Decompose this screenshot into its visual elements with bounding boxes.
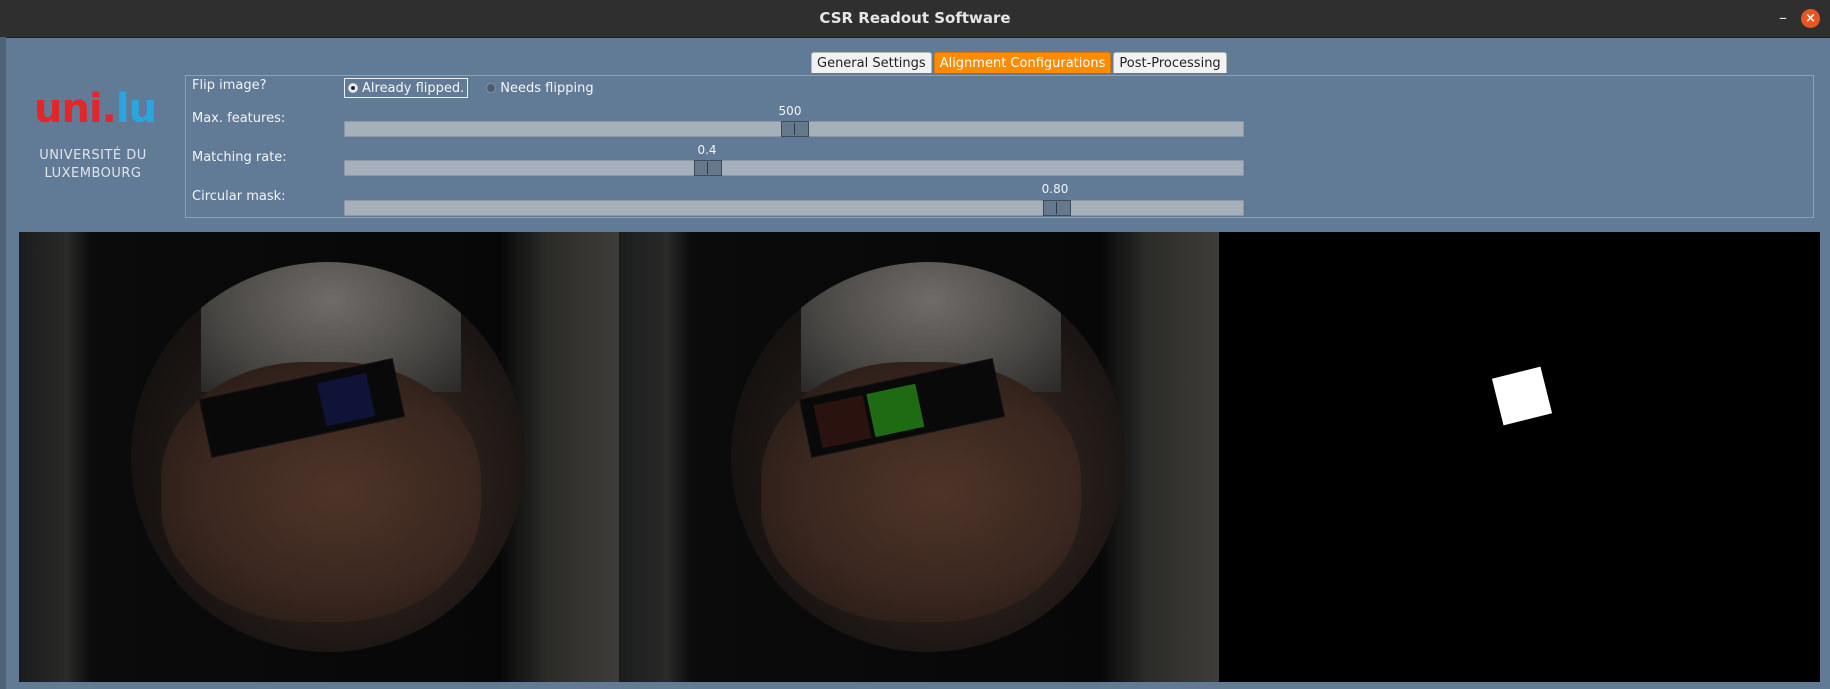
window-border: [0, 37, 6, 689]
flip-image-label: Flip image?: [192, 78, 267, 93]
circular-mask-label: Circular mask:: [192, 189, 286, 204]
image-preview-area: [19, 232, 1820, 682]
radio-selected-icon: [348, 83, 358, 93]
max-features-value: 500: [778, 104, 802, 118]
matching-rate-slider[interactable]: [344, 160, 1244, 176]
original-image-preview: [19, 232, 619, 682]
circular-mask-slider[interactable]: [344, 200, 1244, 216]
radio-needs-flipping[interactable]: Needs flipping: [486, 79, 594, 97]
fisheye-circle: [131, 262, 525, 652]
tab-post-processing[interactable]: Post-Processing: [1113, 52, 1227, 73]
matching-rate-slider-handle[interactable]: [694, 160, 722, 176]
flip-radio-group: Already flipped. Needs flipping: [344, 78, 594, 98]
logo-wordmark: uni.lu: [34, 86, 157, 132]
fisheye-circle: [731, 262, 1125, 652]
max-features-slider-handle[interactable]: [781, 121, 809, 137]
blue-sensor-patch: [317, 372, 376, 427]
mask-image-preview: [1219, 232, 1820, 682]
minimize-icon[interactable]: –: [1773, 8, 1793, 28]
logo-line-2: LUXEMBOURG: [44, 166, 142, 181]
window-title: CSR Readout Software: [819, 9, 1011, 27]
radio-already-flipped-label: Already flipped.: [362, 80, 465, 96]
tab-general-settings[interactable]: General Settings: [811, 52, 932, 73]
logo-wordmark-blue: lu: [115, 86, 157, 132]
circular-mask-slider-handle[interactable]: [1043, 200, 1071, 216]
logo-wordmark-red: uni.: [34, 86, 117, 132]
close-icon[interactable]: ×: [1801, 9, 1820, 28]
green-sensor-patch: [866, 383, 925, 438]
matching-rate-label: Matching rate:: [192, 150, 287, 165]
tab-bar: General Settings Alignment Configuration…: [811, 52, 1229, 74]
tab-alignment-configurations[interactable]: Alignment Configurations: [933, 52, 1112, 73]
aligned-image-preview: [619, 232, 1219, 682]
circular-mask-value: 0.80: [1041, 182, 1069, 196]
detected-region-mask: [1491, 366, 1553, 426]
matching-rate-value: 0.4: [697, 143, 717, 157]
red-sensor-patch: [813, 394, 872, 449]
window-titlebar: CSR Readout Software – ×: [0, 0, 1830, 38]
radio-needs-flipping-label: Needs flipping: [500, 80, 594, 96]
logo-line-1: UNIVERSITÉ DU: [39, 148, 147, 163]
max-features-slider[interactable]: [344, 121, 1244, 137]
radio-unselected-icon: [486, 83, 497, 93]
max-features-label: Max. features:: [192, 111, 286, 126]
university-logo: uni.lu UNIVERSITÉ DU LUXEMBOURG: [30, 84, 157, 190]
radio-already-flipped[interactable]: Already flipped.: [344, 78, 469, 98]
